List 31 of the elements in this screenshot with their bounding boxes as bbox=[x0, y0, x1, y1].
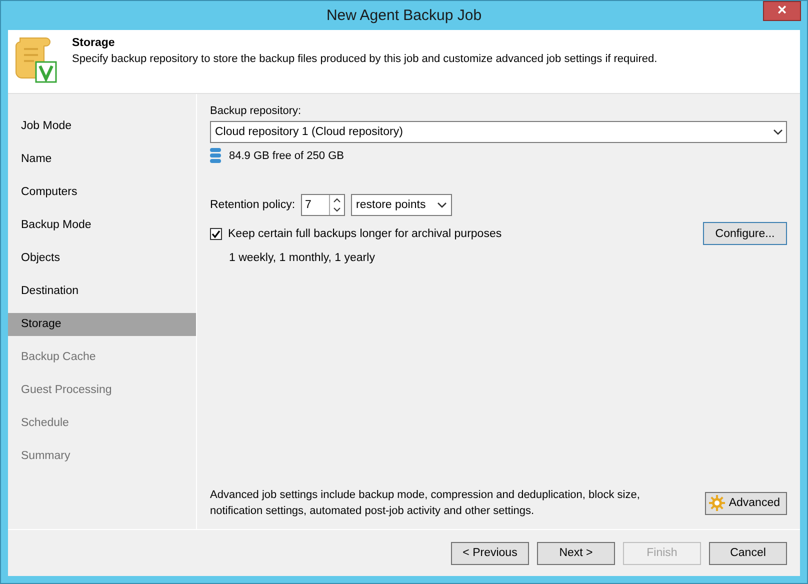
sidebar-item[interactable]: Storage bbox=[8, 313, 196, 336]
retention-label: Retention policy: bbox=[210, 199, 296, 211]
scroll-check-icon bbox=[14, 36, 58, 84]
archival-label: Keep certain full backups longer for archival purposes bbox=[228, 228, 502, 240]
archival-summary: 1 weekly, 1 monthly, 1 yearly bbox=[229, 252, 376, 264]
repository-dropdown[interactable]: Cloud repository 1 (Cloud repository) bbox=[210, 121, 787, 143]
sidebar-item[interactable]: Job Mode bbox=[8, 110, 196, 143]
sidebar-item[interactable]: Objects bbox=[8, 242, 196, 275]
sidebar-item[interactable]: Computers bbox=[8, 176, 196, 209]
wizard-button[interactable]: < Previous bbox=[451, 542, 529, 564]
chevron-icon bbox=[437, 202, 448, 208]
sidebar-item[interactable]: Backup Mode bbox=[8, 209, 196, 242]
chevron-icon bbox=[773, 129, 783, 135]
advanced-button[interactable]: Advanced bbox=[704, 492, 787, 514]
retention-spinner[interactable]: 7 bbox=[301, 194, 346, 216]
sidebar-item[interactable]: Destination bbox=[8, 275, 196, 308]
wizard-button[interactable]: Next > bbox=[537, 542, 615, 564]
database-icon bbox=[210, 148, 221, 163]
window-title: New Agent Backup Job bbox=[326, 7, 482, 24]
configure-button[interactable]: Configure... bbox=[703, 222, 787, 245]
retention-unit-dropdown[interactable]: restore points bbox=[351, 194, 452, 216]
sidebar-item[interactable]: Name bbox=[8, 143, 196, 176]
page-description: Specify backup repository to store the backup files produced by this job and customize advanced job settings if required. bbox=[72, 53, 658, 65]
free-space-text: 84.9 GB free of 250 GB bbox=[229, 150, 344, 162]
page-title: Storage bbox=[72, 37, 116, 49]
archival-checkbox[interactable] bbox=[210, 228, 222, 240]
close-button[interactable]: × bbox=[763, 1, 801, 21]
advanced-description: Advanced job settings include backup mode, compression and deduplication, block size, notification settings, automated post-job activity and other settings. bbox=[210, 488, 641, 519]
wizard-button[interactable]: Cancel bbox=[709, 542, 787, 564]
gear-icon bbox=[708, 495, 725, 511]
repository-label: Backup repository: bbox=[210, 105, 302, 117]
